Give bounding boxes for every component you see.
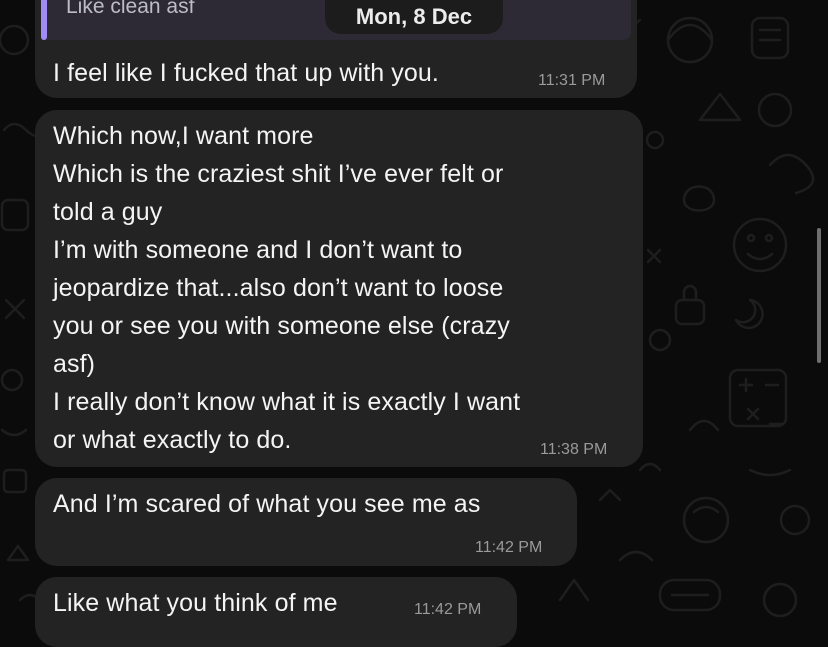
date-separator: Mon, 8 Dec — [325, 0, 503, 34]
message-text-4: Like what you think of me — [53, 589, 338, 617]
message-text-3: And I’m scared of what you see me as — [53, 490, 481, 518]
message-time-4: 11:42 PM — [414, 601, 482, 618]
reply-quote-accent — [41, 0, 47, 40]
reply-quote-text: Like clean asf — [66, 0, 195, 18]
chat-scrollbar[interactable] — [817, 228, 821, 363]
message-time-1: 11:31 PM — [538, 72, 606, 89]
message-time-3: 11:42 PM — [475, 539, 543, 556]
date-separator-label: Mon, 8 Dec — [355, 4, 473, 29]
message-text-2: Which now,I want more Which is the crazi… — [53, 122, 521, 454]
message-text-1: I feel like I fucked that up with you. — [53, 59, 439, 87]
message-time-2: 11:38 PM — [540, 441, 608, 458]
